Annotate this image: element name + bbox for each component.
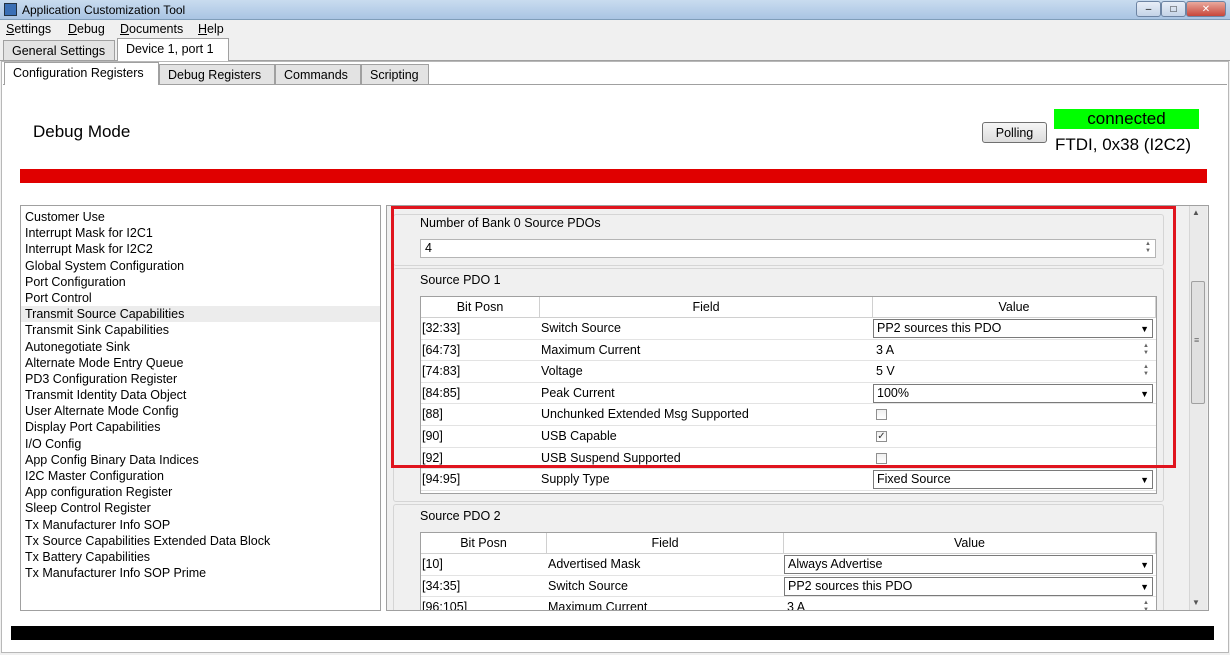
- polling-button[interactable]: Polling: [982, 122, 1047, 143]
- list-item[interactable]: Tx Manufacturer Info SOP Prime: [21, 565, 380, 581]
- vertical-scrollbar[interactable]: [1189, 206, 1207, 610]
- value-cell: Always Advertise ▼: [784, 554, 1156, 575]
- list-item[interactable]: I2C Master Configuration: [21, 468, 380, 484]
- scroll-grip-icon: ≡: [1194, 335, 1200, 345]
- list-item[interactable]: Alternate Mode Entry Queue: [21, 355, 380, 371]
- dropdown-value: PP2 sources this PDO: [788, 578, 913, 593]
- list-item[interactable]: App configuration Register: [21, 484, 380, 500]
- minimize-button[interactable]: –: [1136, 1, 1161, 17]
- menu-debug[interactable]: Debug: [68, 22, 105, 36]
- column-header: Value: [784, 533, 1156, 553]
- list-item[interactable]: Transmit Identity Data Object: [21, 387, 380, 403]
- list-item[interactable]: App Config Binary Data Indices: [21, 452, 380, 468]
- dropdown-value: Always Advertise: [788, 557, 883, 571]
- value-dropdown[interactable]: Fixed Source ▼: [873, 470, 1153, 490]
- dropdown-value: Fixed Source: [877, 472, 951, 487]
- value-spinbox[interactable]: 3 A ▲ ▼: [784, 598, 1153, 611]
- list-item[interactable]: User Alternate Mode Config: [21, 403, 380, 419]
- menu-documents[interactable]: Documents: [120, 22, 183, 36]
- tab-configuration-registers[interactable]: Configuration Registers: [4, 62, 159, 85]
- register-list[interactable]: Customer Use Interrupt Mask for I2C1 Inter…: [20, 205, 381, 611]
- value-cell: Fixed Source ▼: [873, 469, 1156, 490]
- chevron-down-icon[interactable]: ▼: [1140, 557, 1149, 574]
- menu-help[interactable]: Help: [198, 22, 224, 36]
- tab-general-settings[interactable]: General Settings: [3, 40, 115, 61]
- table-row: [96:105] Maximum Current 3 A ▲ ▼: [421, 597, 1156, 611]
- list-item[interactable]: Transmit Sink Capabilities: [21, 322, 380, 338]
- list-item[interactable]: Tx Source Capabilities Extended Data Blo…: [21, 533, 380, 549]
- tab-divider: [3, 84, 1227, 85]
- chevron-down-icon[interactable]: ▼: [1140, 472, 1149, 489]
- menu-settings[interactable]: Settings: [6, 22, 51, 36]
- table-header: Bit Posn Field Value: [421, 533, 1156, 554]
- app-icon: [4, 3, 17, 16]
- close-button[interactable]: ✕: [1186, 1, 1226, 17]
- pdo2-label: Source PDO 2: [420, 509, 501, 523]
- tab-debug-registers[interactable]: Debug Registers: [159, 64, 275, 85]
- table-row: [34:35] Switch Source PP2 sources this PDO…: [421, 576, 1156, 598]
- status-bar: [20, 169, 1207, 183]
- scroll-up-icon[interactable]: ▲: [1192, 208, 1200, 217]
- spin-arrows-icon[interactable]: ▲ ▼: [1140, 600, 1152, 610]
- pdo2-table: Bit Posn Field Value [10] Advertised Mask Alw…: [420, 532, 1157, 611]
- highlight-annotation: [391, 206, 1176, 468]
- list-item[interactable]: Sleep Control Register: [21, 500, 380, 516]
- field-cell: Advertised Mask: [548, 557, 641, 571]
- field-cell: Switch Source: [548, 578, 628, 593]
- column-header: Field: [547, 533, 784, 553]
- page-title: Debug Mode: [33, 122, 131, 141]
- list-item[interactable]: I/O Config: [21, 436, 380, 452]
- list-item[interactable]: Interrupt Mask for I2C1: [21, 225, 380, 241]
- list-item[interactable]: PD3 Configuration Register: [21, 371, 380, 387]
- scroll-down-icon[interactable]: ▼: [1192, 598, 1200, 607]
- tab-device-1-port-1[interactable]: Device 1, port 1: [117, 38, 229, 61]
- device-info: FTDI, 0x38 (I2C2): [1055, 135, 1192, 154]
- value-cell: PP2 sources this PDO ▼: [784, 576, 1156, 597]
- bit-posn-cell: [96:105]: [422, 600, 468, 611]
- value-dropdown[interactable]: Always Advertise ▼: [784, 555, 1153, 574]
- bit-posn-cell: [94:95]: [422, 472, 461, 487]
- tab-commands[interactable]: Commands: [275, 64, 361, 85]
- list-item[interactable]: Transmit Source Capabilities: [21, 306, 380, 323]
- column-header: Bit Posn: [421, 533, 547, 553]
- list-item[interactable]: Port Configuration: [21, 274, 380, 290]
- list-item[interactable]: Autonegotiate Sink: [21, 339, 380, 355]
- bit-posn-cell: [10]: [422, 557, 443, 571]
- value-dropdown[interactable]: PP2 sources this PDO ▼: [784, 576, 1153, 596]
- tab-scripting[interactable]: Scripting: [361, 64, 429, 85]
- list-item[interactable]: Display Port Capabilities: [21, 419, 380, 435]
- maximize-button[interactable]: □: [1161, 1, 1186, 17]
- value-cell: 3 A ▲ ▼: [784, 597, 1156, 611]
- field-cell: Maximum Current: [548, 600, 648, 611]
- bottom-status-bar: [11, 626, 1214, 640]
- list-item[interactable]: Customer Use: [21, 209, 380, 225]
- title-bar: Application Customization Tool – □ ✕: [0, 0, 1230, 20]
- field-cell: Supply Type: [541, 472, 610, 487]
- chevron-down-icon[interactable]: ▼: [1140, 579, 1149, 596]
- table-row: [10] Advertised Mask Always Advertise ▼: [421, 554, 1156, 576]
- window-title: Application Customization Tool: [22, 3, 186, 17]
- menu-bar: Settings Debug Documents Help: [0, 20, 1230, 39]
- status-badge: connected: [1054, 109, 1199, 129]
- list-item[interactable]: Interrupt Mask for I2C2: [21, 241, 380, 257]
- list-item[interactable]: Tx Manufacturer Info SOP: [21, 517, 380, 533]
- spinbox-value: 3 A: [787, 600, 806, 611]
- list-item[interactable]: Global System Configuration: [21, 258, 380, 274]
- list-item[interactable]: Port Control: [21, 290, 380, 306]
- list-item[interactable]: Tx Battery Capabilities: [21, 549, 380, 565]
- bit-posn-cell: [34:35]: [422, 578, 461, 593]
- table-row: [94:95] Supply Type Fixed Source ▼: [421, 469, 1156, 491]
